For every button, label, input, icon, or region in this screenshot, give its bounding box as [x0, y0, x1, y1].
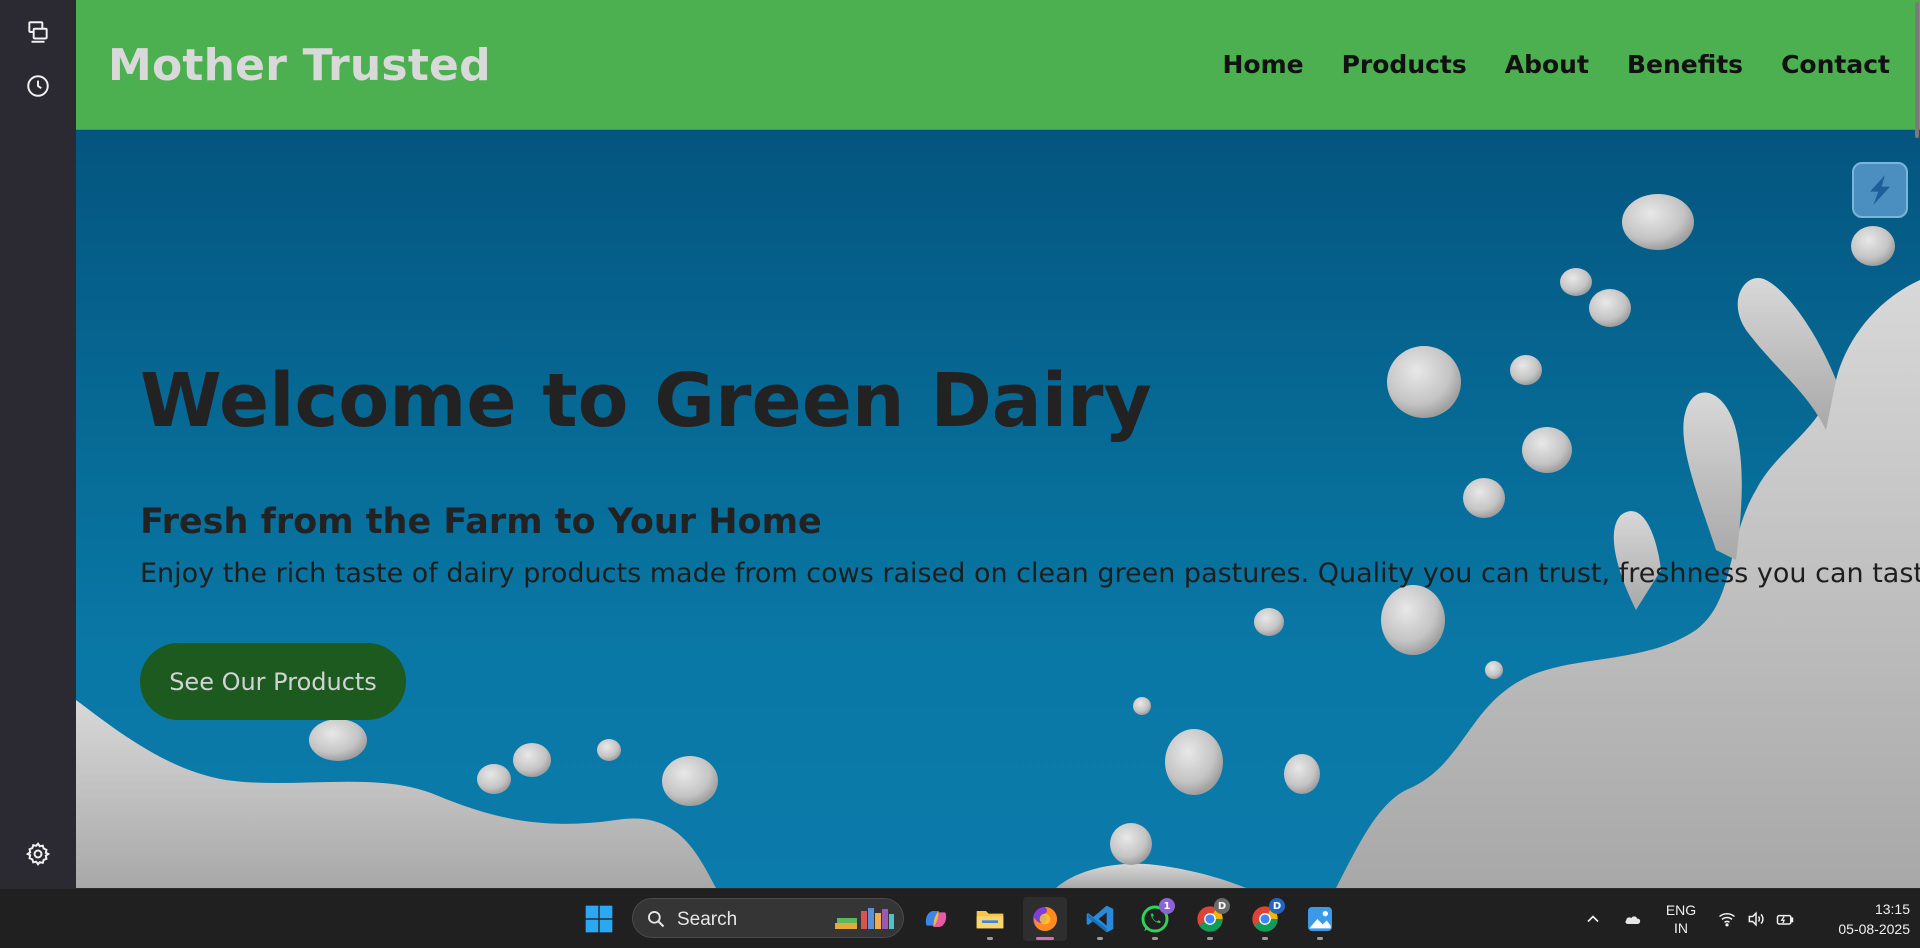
nav-contact-link[interactable]: Contact: [1781, 50, 1890, 79]
clock-area[interactable]: 13:15 05-08-2025: [1810, 889, 1910, 948]
file-explorer-icon[interactable]: [968, 897, 1012, 941]
language-code: ENG: [1665, 902, 1697, 918]
browser-sidebar: [0, 0, 76, 888]
sync-tabs-icon[interactable]: [22, 16, 54, 48]
nav-home-link[interactable]: Home: [1222, 50, 1303, 79]
vscode-icon[interactable]: [1078, 897, 1122, 941]
page-scrollbar[interactable]: [1914, 0, 1920, 888]
brand-logo-text[interactable]: Mother Trusted: [108, 40, 491, 91]
copilot-icon[interactable]: [914, 897, 958, 941]
nav-benefits-link[interactable]: Benefits: [1627, 50, 1743, 79]
region-code: IN: [1674, 920, 1688, 936]
clock-date: 05-08-2025: [1838, 921, 1910, 937]
history-icon[interactable]: [22, 70, 54, 102]
chrome-icon[interactable]: D: [1188, 897, 1232, 941]
nav-about-link[interactable]: About: [1505, 50, 1589, 79]
site-navbar: Mother Trusted Home Products About Benef…: [76, 0, 1920, 130]
language-indicator[interactable]: ENG IN: [1660, 889, 1702, 948]
volume-icon[interactable]: [1743, 889, 1769, 948]
windows-start-icon[interactable]: [577, 897, 621, 941]
battery-charging-icon[interactable]: [1772, 889, 1798, 948]
page-viewport: Mother Trusted Home Products About Benef…: [76, 0, 1920, 888]
books-icon: [835, 908, 894, 929]
hero-subtitle: Fresh from the Farm to Your Home: [140, 502, 822, 542]
whatsapp-unread-badge: 1: [1159, 898, 1175, 914]
photos-icon[interactable]: [1298, 897, 1342, 941]
wifi-icon[interactable]: [1714, 889, 1740, 948]
see-products-button[interactable]: See Our Products: [140, 643, 406, 720]
hero-title: Welcome to Green Dairy: [140, 358, 1152, 444]
nav-products-link[interactable]: Products: [1342, 50, 1467, 79]
chrome-icon[interactable]: D: [1243, 897, 1287, 941]
firefox-icon[interactable]: [1023, 897, 1067, 941]
search-placeholder: Search: [677, 909, 738, 930]
clock-time: 13:15: [1874, 901, 1910, 917]
search-icon: [648, 911, 665, 928]
onedrive-cloud-icon[interactable]: [1620, 889, 1646, 948]
scrollbar-thumb[interactable]: [1915, 2, 1919, 138]
chrome-profile-badge: D: [1269, 898, 1285, 914]
hero-section: Welcome to Green Dairy Fresh from the Fa…: [76, 130, 1920, 888]
taskbar-search-box[interactable]: Search: [632, 898, 904, 938]
extension-lightning-icon[interactable]: [1852, 162, 1908, 218]
chevron-up-icon[interactable]: [1580, 889, 1606, 948]
whatsapp-icon[interactable]: 1: [1133, 897, 1177, 941]
chrome-profile-badge: D: [1214, 898, 1230, 914]
main-nav: Home Products About Benefits Contact: [1222, 50, 1890, 79]
windows-taskbar: Search 1 D D ENG IN 13:15 05-08-2025: [0, 888, 1920, 948]
hero-description: Enjoy the rich taste of dairy products m…: [140, 558, 1920, 589]
settings-icon[interactable]: [22, 838, 54, 870]
